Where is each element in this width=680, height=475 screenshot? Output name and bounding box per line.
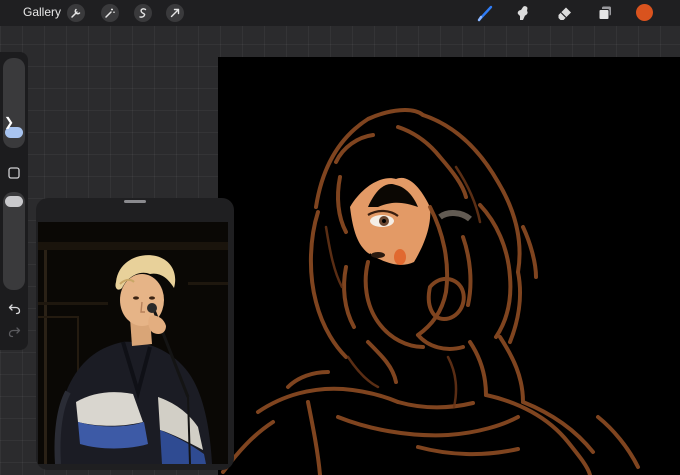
- modify-button[interactable]: [8, 166, 20, 184]
- reference-drag-handle[interactable]: [124, 200, 146, 203]
- opacity-slider[interactable]: [3, 192, 25, 290]
- sidebar-collapse-icon[interactable]: ❯: [4, 115, 14, 129]
- selection-icon[interactable]: [134, 4, 152, 22]
- magic-wand-icon[interactable]: [101, 4, 119, 22]
- brush-icon[interactable]: [476, 4, 494, 22]
- opacity-thumb[interactable]: [5, 196, 23, 207]
- mask-shape: [363, 253, 429, 338]
- gallery-button[interactable]: Gallery: [23, 5, 61, 19]
- wrench-icon[interactable]: [67, 4, 85, 22]
- transform-arrow-icon[interactable]: [166, 4, 184, 22]
- brush-size-slider[interactable]: [3, 58, 25, 148]
- reference-window[interactable]: [36, 198, 234, 470]
- reference-photo: [38, 222, 228, 464]
- undo-icon[interactable]: [8, 302, 21, 320]
- left-sidebar: ❯: [0, 52, 28, 350]
- drawing-canvas[interactable]: [218, 57, 680, 475]
- canvas-sketch: [221, 108, 640, 475]
- procreate-app: Gallery ❯: [0, 0, 680, 475]
- eraser-icon[interactable]: [556, 4, 574, 22]
- top-toolbar: Gallery: [0, 0, 680, 26]
- layers-icon[interactable]: [596, 4, 614, 22]
- color-picker-button[interactable]: [636, 4, 653, 21]
- smudge-icon[interactable]: [514, 4, 532, 22]
- sketch-strokes: [221, 108, 640, 475]
- redo-icon[interactable]: [8, 325, 21, 343]
